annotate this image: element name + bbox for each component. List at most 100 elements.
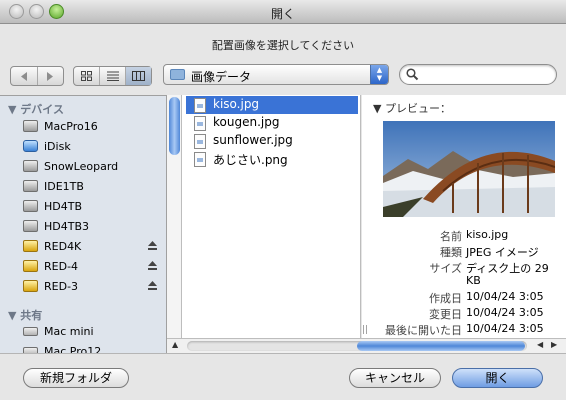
sidebar-section-devices[interactable]: ▼ デバイス: [8, 101, 64, 117]
idisk-icon: [23, 140, 38, 152]
info-value: kiso.jpg: [466, 228, 509, 241]
file-item-ajisai[interactable]: あじさい.png: [186, 150, 358, 168]
preview-image: [383, 121, 555, 217]
info-value: 10/04/24 3:05: [466, 322, 544, 335]
external-drive-icon: [23, 260, 38, 272]
sidebar-item-mac-mini[interactable]: Mac mini: [0, 322, 166, 342]
scroll-thumb[interactable]: [357, 341, 525, 351]
info-row-kind: 種類 JPEG イメージ: [362, 244, 566, 260]
sidebar-item-mac-pro12[interactable]: Mac Pro12: [0, 342, 166, 353]
sidebar-item-snowleopard[interactable]: SnowLeopard: [0, 157, 166, 177]
title-bar: 開く: [0, 0, 566, 24]
info-row-created: 作成日 10/04/24 3:05: [362, 290, 566, 306]
hard-drive-icon: [23, 180, 38, 192]
search-input[interactable]: [422, 67, 550, 82]
info-value: JPEG イメージ: [466, 246, 539, 259]
location-popup[interactable]: 画像データ ▲ ▼: [163, 64, 389, 85]
info-row-size-cont: KB: [362, 274, 566, 290]
forward-arrow-icon: [47, 71, 54, 81]
sidebar-item-macpro16[interactable]: MacPro16: [0, 117, 166, 137]
file-item-kiso[interactable]: kiso.jpg: [186, 96, 358, 114]
external-drive-icon: [23, 240, 38, 252]
open-dialog: 開く 配置画像を選択してください 画像データ ▲ ▼ ▼ デバイス MacPro…: [0, 0, 566, 400]
forward-button[interactable]: [38, 67, 64, 85]
file-item-kougen[interactable]: kougen.jpg: [186, 114, 358, 132]
preview-heading: ▼ プレビュー：: [373, 102, 451, 115]
column-view-button[interactable]: [126, 67, 151, 85]
info-row-name: 名前 kiso.jpg: [362, 228, 566, 244]
sidebar-item-label: SnowLeopard: [44, 160, 119, 173]
new-folder-button[interactable]: 新規フォルダ: [23, 368, 129, 388]
search-field[interactable]: [399, 64, 557, 85]
info-key: 最後に開いた日: [385, 324, 462, 337]
back-forward-control: [10, 66, 64, 86]
info-value: 10/04/24 3:05: [466, 290, 544, 303]
hard-drive-icon: [23, 220, 38, 232]
column-resize-handle-icon[interactable]: ||: [362, 325, 368, 335]
view-mode-control: [73, 66, 152, 86]
sidebar-item-label: RED4K: [44, 240, 82, 253]
image-file-icon: [194, 98, 206, 113]
info-value: KB: [466, 274, 481, 287]
file-item-sunflower[interactable]: sunflower.jpg: [186, 132, 358, 150]
image-file-icon: [194, 134, 206, 149]
location-label: 画像データ: [191, 70, 252, 84]
scroll-up-icon[interactable]: ▲: [172, 340, 178, 349]
sidebar-item-label: MacPro16: [44, 120, 98, 133]
sidebar: ▼ デバイス MacPro16 iDisk SnowLeopard IDE1TB…: [0, 95, 167, 353]
folder-icon: [170, 69, 185, 80]
file-name: sunflower.jpg: [213, 133, 293, 147]
open-button[interactable]: 開く: [452, 368, 543, 388]
info-key: 変更日: [429, 308, 462, 321]
sidebar-item-label: IDE1TB: [44, 180, 84, 193]
back-button[interactable]: [11, 67, 38, 85]
sidebar-item-red-4[interactable]: RED-4: [0, 257, 166, 277]
hard-drive-icon: [23, 120, 38, 132]
sidebar-item-label: HD4TB: [44, 200, 83, 213]
sidebar-item-label: HD4TB3: [44, 220, 90, 233]
sidebar-item-label: RED-3: [44, 280, 79, 293]
sidebar-item-hd4tb[interactable]: HD4TB: [0, 197, 166, 217]
sidebar-item-label: Mac mini: [44, 325, 94, 338]
dialog-footer: 新規フォルダ キャンセル 開く: [0, 353, 566, 400]
list-view-button[interactable]: [100, 67, 126, 85]
eject-icon[interactable]: [147, 260, 158, 271]
scroll-left-icon[interactable]: ◀: [537, 340, 543, 349]
file-name: kougen.jpg: [213, 115, 280, 129]
sidebar-item-ide1tb[interactable]: IDE1TB: [0, 177, 166, 197]
popup-arrows-icon: ▲ ▼: [370, 65, 388, 84]
hard-drive-icon: [23, 160, 38, 172]
image-file-icon: [194, 116, 206, 131]
file-list-column: kiso.jpg kougen.jpg sunflower.jpg あじさい.p…: [182, 95, 361, 338]
image-file-icon: [194, 152, 206, 167]
icon-view-button[interactable]: [74, 67, 100, 85]
file-name: あじさい.png: [213, 153, 288, 167]
sidebar-item-red4k[interactable]: RED4K: [0, 237, 166, 257]
horizontal-scrollbar[interactable]: ▲ ◀ ▶: [167, 338, 566, 353]
external-drive-icon: [23, 280, 38, 292]
cancel-button[interactable]: キャンセル: [349, 368, 441, 388]
info-row-modified: 変更日 10/04/24 3:05: [362, 306, 566, 322]
info-key: 名前: [440, 230, 462, 243]
info-key: 種類: [440, 246, 462, 259]
icon-view-icon: [81, 71, 92, 81]
sidebar-section-shared[interactable]: ▼ 共有: [8, 307, 42, 323]
info-key: 作成日: [429, 292, 462, 305]
window-title: 開く: [270, 7, 295, 21]
preview-column: ▼ プレビュー： 名前 kiso.jpg 種類 JPEG イメージ サイズ ディ…: [362, 95, 566, 338]
parent-column[interactable]: [167, 95, 182, 338]
info-row-last-opened: 最後に開いた日 10/04/24 3:05: [362, 322, 566, 338]
eject-icon[interactable]: [147, 240, 158, 251]
sidebar-item-idisk[interactable]: iDisk: [0, 137, 166, 157]
hard-drive-icon: [23, 200, 38, 212]
sidebar-item-hd4tb3[interactable]: HD4TB3: [0, 217, 166, 237]
file-name: kiso.jpg: [213, 97, 260, 111]
info-value: 10/04/24 3:05: [466, 306, 544, 319]
column-scrollbar-thumb[interactable]: [169, 97, 180, 155]
list-view-icon: [106, 71, 119, 81]
scroll-right-icon[interactable]: ▶: [551, 340, 557, 349]
dialog-prompt: 配置画像を選択してください: [211, 39, 355, 52]
eject-icon[interactable]: [147, 280, 158, 291]
sidebar-item-label: RED-4: [44, 260, 79, 273]
sidebar-item-red-3[interactable]: RED-3: [0, 277, 166, 297]
